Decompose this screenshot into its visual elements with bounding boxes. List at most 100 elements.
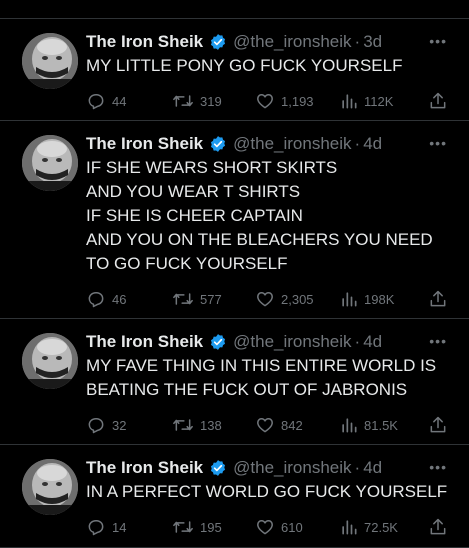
more-icon[interactable]: •••	[429, 333, 447, 349]
verified-badge-icon	[209, 33, 227, 51]
tweet-text-line: AND YOU ON THE BLEACHERS YOU NEED	[86, 230, 433, 249]
tweet[interactable]: The Iron Sheik @the_ironsheik · 4d ••• I…	[0, 445, 469, 548]
tweet-text-line: IN A PERFECT WORLD GO FUCK YOURSELF	[86, 482, 448, 501]
handle[interactable]: @the_ironsheik	[233, 32, 351, 52]
timestamp[interactable]: 4d	[363, 458, 382, 478]
avatar-photo-icon	[22, 459, 78, 515]
share-button[interactable]	[428, 90, 448, 112]
reply-count: 32	[112, 417, 127, 433]
previous-tweet-edge	[0, 0, 469, 19]
retweet-icon	[173, 521, 193, 533]
timestamp[interactable]: 4d	[363, 134, 382, 154]
tweet-text: MY LITTLE PONY GO FUCK YOURSELF	[86, 54, 455, 78]
tweet-text-line: TO GO FUCK YOURSELF	[86, 254, 288, 273]
avatar[interactable]	[22, 135, 78, 191]
reply-button[interactable]: 14	[86, 516, 126, 538]
share-icon	[430, 92, 446, 109]
like-button[interactable]: 1,193	[255, 90, 314, 112]
reply-button[interactable]: 46	[86, 288, 126, 310]
heart-icon	[257, 292, 273, 307]
avatar-photo-icon	[22, 333, 78, 389]
like-button[interactable]: 610	[255, 516, 303, 538]
tweet-header: The Iron Sheik @the_ironsheik · 4d	[86, 331, 439, 353]
tweet-header: The Iron Sheik @the_ironsheik · 4d	[86, 133, 439, 155]
heart-icon	[257, 418, 273, 433]
more-icon[interactable]: •••	[429, 33, 447, 49]
avatar[interactable]	[22, 333, 78, 389]
reply-count: 14	[112, 519, 127, 535]
like-button[interactable]: 2,305	[255, 288, 314, 310]
views-button[interactable]: 72.5K	[340, 516, 398, 538]
verified-badge-icon	[209, 459, 227, 477]
retweet-button[interactable]: 138	[172, 414, 222, 436]
separator-dot: ·	[354, 332, 361, 351]
retweet-count: 195	[200, 519, 222, 535]
views-button[interactable]: 112K	[340, 90, 393, 112]
avatar[interactable]	[22, 459, 78, 515]
retweet-button[interactable]: 195	[172, 516, 222, 538]
timestamp[interactable]: 3d	[363, 32, 382, 52]
reply-count: 46	[112, 291, 127, 307]
like-button[interactable]: 842	[255, 414, 303, 436]
retweet-count: 319	[200, 93, 222, 109]
view-count: 72.5K	[364, 519, 398, 535]
display-name[interactable]: The Iron Sheik	[86, 332, 203, 352]
views-button[interactable]: 198K	[340, 288, 394, 310]
reply-icon	[88, 94, 104, 110]
retweet-button[interactable]: 577	[172, 288, 222, 310]
like-count: 2,305	[281, 291, 314, 307]
tweet-text-line: MY FAVE THING IN THIS ENTIRE WORLD IS	[86, 356, 437, 375]
tweet[interactable]: The Iron Sheik @the_ironsheik · 3d ••• M…	[0, 19, 469, 121]
views-button[interactable]: 81.5K	[340, 414, 398, 436]
action-bar: 32 138 842 81.5K	[86, 414, 451, 436]
tweet-text-line: IF SHE WEARS SHORT SKIRTS	[86, 158, 338, 177]
share-button[interactable]	[428, 288, 448, 310]
tweet-header: The Iron Sheik @the_ironsheik · 4d	[86, 457, 439, 479]
display-name[interactable]: The Iron Sheik	[86, 134, 203, 154]
tweet-text: IF SHE WEARS SHORT SKIRTS AND YOU WEAR T …	[86, 156, 455, 276]
more-icon[interactable]: •••	[429, 459, 447, 475]
tweet-text: IN A PERFECT WORLD GO FUCK YOURSELF	[86, 480, 455, 504]
reply-icon	[88, 418, 104, 434]
share-button[interactable]	[428, 414, 448, 436]
action-bar: 46 577 2,305 198K	[86, 288, 451, 310]
heart-icon	[257, 94, 273, 109]
views-icon	[342, 292, 357, 307]
handle[interactable]: @the_ironsheik	[233, 134, 351, 154]
reply-button[interactable]: 44	[86, 90, 126, 112]
handle[interactable]: @the_ironsheik	[233, 332, 351, 352]
display-name[interactable]: The Iron Sheik	[86, 32, 203, 52]
tweet[interactable]: The Iron Sheik @the_ironsheik · 4d ••• M…	[0, 319, 469, 445]
action-bar: 14 195 610 72.5K	[86, 516, 451, 538]
timestamp[interactable]: 4d	[363, 332, 382, 352]
view-count: 112K	[364, 93, 394, 109]
tweet-text-line: MY LITTLE PONY GO FUCK YOURSELF	[86, 56, 403, 75]
tweet-text-line: BEATING THE FUCK OUT OF JABRONIS	[86, 380, 408, 399]
handle[interactable]: @the_ironsheik	[233, 458, 351, 478]
views-icon	[342, 418, 357, 433]
more-icon[interactable]: •••	[429, 135, 447, 151]
reply-button[interactable]: 32	[86, 414, 126, 436]
avatar[interactable]	[22, 33, 78, 89]
avatar-photo-icon	[22, 135, 78, 191]
retweet-icon	[173, 419, 193, 431]
share-icon	[430, 416, 446, 433]
action-bar: 44 319 1,193 112K	[86, 90, 451, 112]
retweet-button[interactable]: 319	[172, 90, 222, 112]
like-count: 842	[281, 417, 303, 433]
heart-icon	[257, 520, 273, 535]
tweet-text-line: AND YOU WEAR T SHIRTS	[86, 182, 301, 201]
reply-count: 44	[112, 93, 127, 109]
retweet-count: 577	[200, 291, 222, 307]
view-count: 198K	[364, 291, 395, 307]
display-name[interactable]: The Iron Sheik	[86, 458, 203, 478]
tweet[interactable]: The Iron Sheik @the_ironsheik · 4d ••• I…	[0, 121, 469, 319]
share-button[interactable]	[428, 516, 448, 538]
views-icon	[342, 94, 357, 109]
views-icon	[342, 520, 357, 535]
reply-icon	[88, 292, 104, 308]
share-icon	[430, 518, 446, 535]
like-count: 610	[281, 519, 303, 535]
avatar-photo-icon	[22, 33, 78, 89]
retweet-count: 138	[200, 417, 222, 433]
